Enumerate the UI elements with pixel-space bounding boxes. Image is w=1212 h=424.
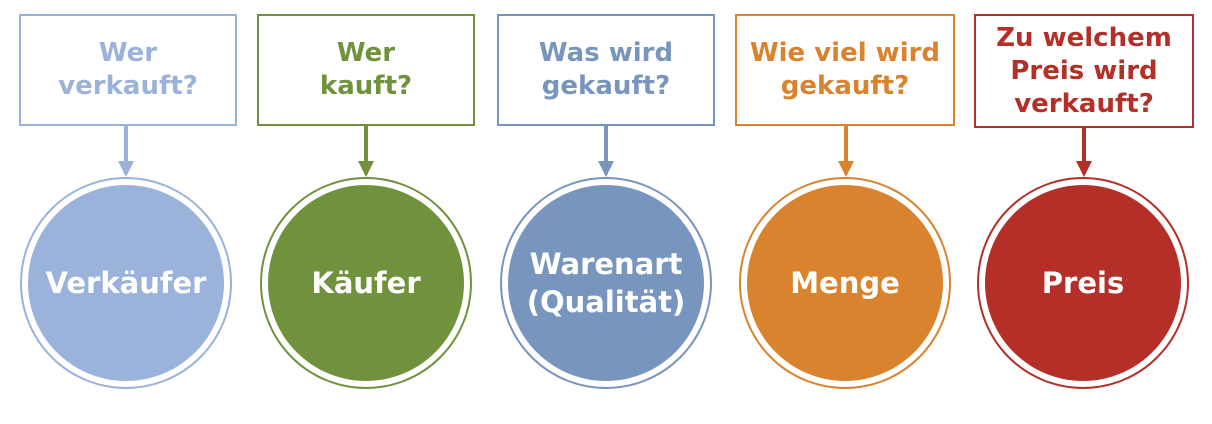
item-price: Zu welchem Preis wird verkauft? Preis [0, 0, 1194, 424]
question-box-goods-type: Was wird gekauft? [497, 14, 715, 126]
question-box-quantity: Wie viel wird gekauft? [735, 14, 955, 126]
circle-quantity: Menge [747, 185, 943, 381]
arrowhead-goods-type [598, 161, 614, 177]
question-box-price: Zu welchem Preis wird verkauft? [974, 14, 1194, 128]
arrowhead-quantity [838, 161, 854, 177]
market-elements-diagram: Wer verkauft? Verkäufer Wer kauft? Käufe… [0, 0, 1212, 424]
circle-goods-type: Warenart (Qualität) [508, 185, 704, 381]
arrowhead-price [1076, 161, 1092, 177]
question-box-buyer: Wer kauft? [257, 14, 475, 126]
arrowhead-buyer [358, 161, 374, 177]
circle-price: Preis [985, 185, 1181, 381]
circle-buyer: Käufer [268, 185, 464, 381]
